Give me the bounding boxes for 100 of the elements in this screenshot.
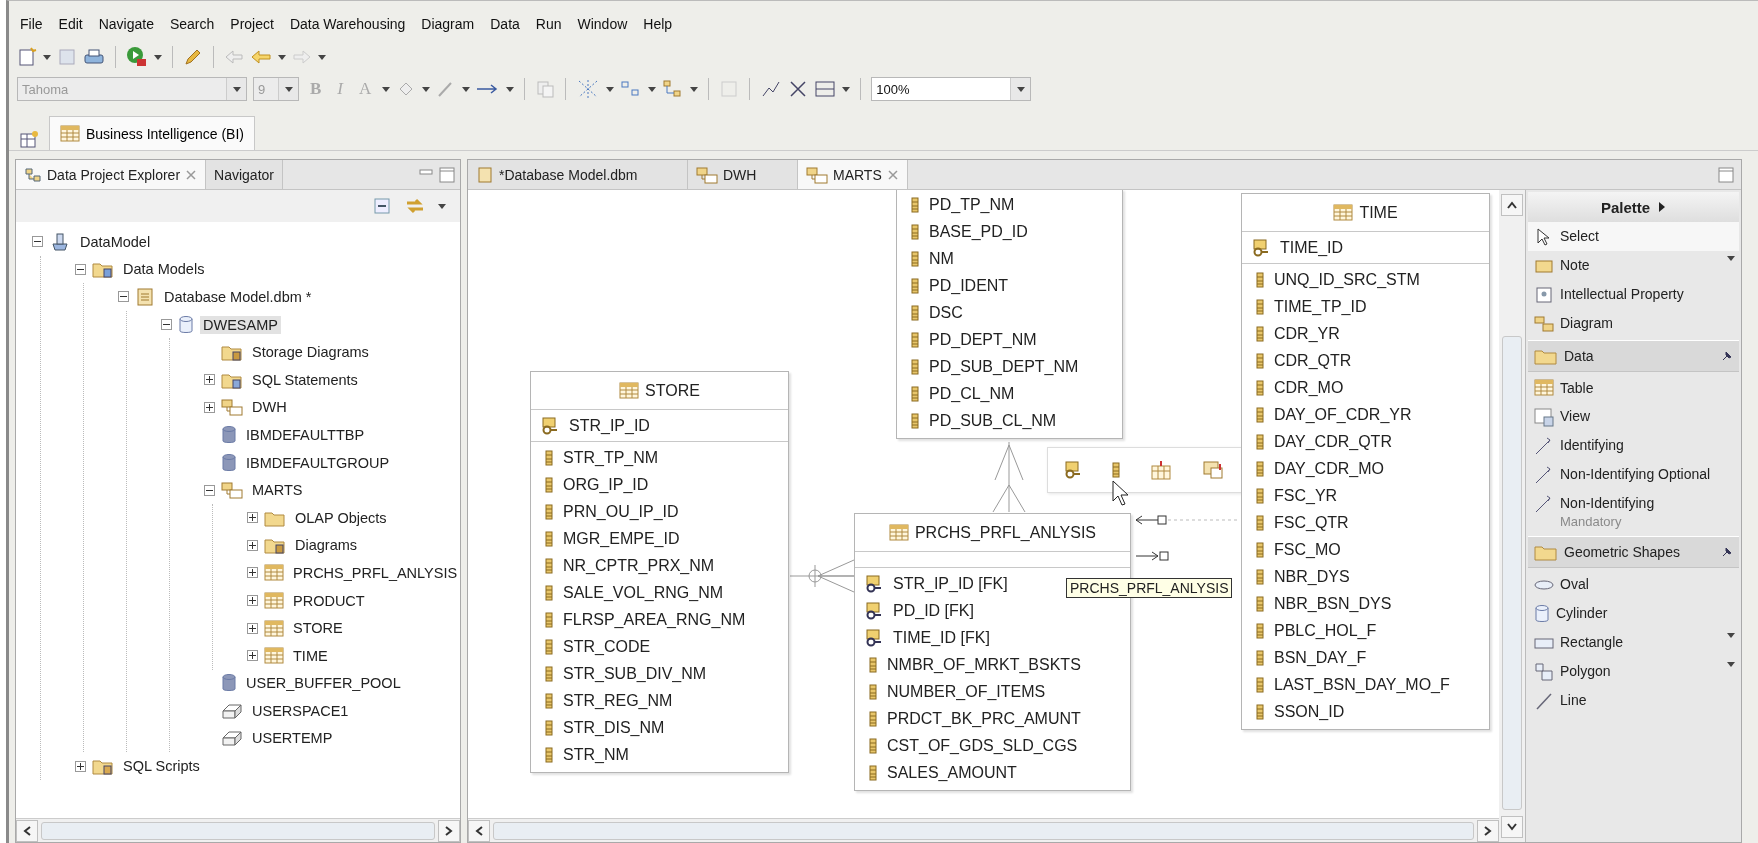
tree-item[interactable]: SQL Statements [249,370,361,389]
palette-tool[interactable]: Intellectual Property [1528,280,1739,309]
column-name: DSC [929,303,963,322]
collapse-all-icon[interactable] [372,196,392,216]
palette-tool[interactable]: Polygon [1528,657,1739,687]
horizontal-scrollbar[interactable] [16,818,460,842]
column-icon [869,710,877,727]
arrow-right-icon[interactable] [445,825,453,836]
expand-icon[interactable] [247,567,258,579]
arrow-right-icon[interactable] [1484,825,1492,836]
palette-tool[interactable]: Table [1528,374,1739,402]
close-icon[interactable] [788,79,809,99]
tree-item[interactable]: DataModel [77,232,154,251]
palette-tool[interactable]: Diagram [1528,309,1739,338]
tree-item[interactable]: USER_BUFFER_POOL [243,674,404,693]
collapse-icon[interactable] [32,236,43,248]
menu-item[interactable]: Help [636,14,680,34]
column-icon [1256,514,1264,531]
add-table-icon[interactable] [1150,460,1172,480]
caret-icon [648,86,657,92]
menu-item[interactable]: Data [483,14,527,34]
tree-item[interactable]: IBMDEFAULTTBP [243,425,368,444]
pencil-icon[interactable] [183,47,203,67]
expand-icon[interactable] [204,401,215,413]
collapse-icon[interactable] [161,319,172,331]
arrow-up-icon[interactable] [1507,201,1517,209]
palette-tool[interactable]: Oval [1528,570,1739,600]
tree-item[interactable]: USERTEMP [249,729,336,748]
expand-icon[interactable] [247,595,258,606]
column-name: CST_OF_GDS_SLD_CGS [887,736,1078,755]
palette-tool[interactable]: Line [1528,686,1739,716]
tree-item[interactable]: PRODUCT [290,591,368,610]
column-name: SSON_ID [1274,702,1345,721]
folder-icon [264,536,286,555]
collapse-icon[interactable] [118,291,129,303]
vertical-scrollbar[interactable] [1499,190,1525,842]
palette-drawer[interactable]: Data [1528,340,1739,372]
menu-item[interactable]: Project [223,14,281,34]
menu-item[interactable]: Edit [51,14,90,34]
expand-icon[interactable] [247,650,258,662]
print-icon[interactable] [83,47,105,67]
palette-tool[interactable]: View [1528,401,1739,431]
editor-tab[interactable]: MARTS [798,160,908,189]
palette-tool[interactable]: Non-Identifying Mandatory [1528,488,1739,535]
handle-drawing [1135,515,1169,561]
document-icon [1534,285,1554,305]
palette-tool[interactable]: Identifying [1528,430,1739,460]
tree-item[interactable]: DWESAMP [200,315,281,334]
arrow-left-icon[interactable] [23,825,31,836]
menu-item[interactable]: Data Warehousing [282,14,413,34]
collapse-icon[interactable] [204,484,215,496]
expand-icon[interactable] [75,760,86,772]
menu-item[interactable]: Run [528,14,569,34]
zoom-field[interactable]: 100% [871,77,1032,101]
pin-icon[interactable] [1721,350,1733,362]
tree-item[interactable]: OLAP Objects [292,508,390,527]
palette-tool[interactable]: Non-Identifying Optional [1528,459,1739,489]
menu-item[interactable]: Search [162,14,222,34]
arrow-left-icon[interactable] [475,825,483,836]
expand-icon[interactable] [247,512,258,524]
horizontal-scrollbar[interactable] [468,818,1499,842]
menu-item[interactable]: File [13,14,50,34]
new-icon[interactable] [17,47,37,67]
open-perspective-icon[interactable] [19,130,39,150]
arrow-down-icon[interactable] [1507,823,1517,831]
perspective-tab[interactable]: Business Intelligence (BI) [49,116,255,150]
tree-item[interactable]: Data Models [120,260,208,279]
tree-item[interactable]: Database Model.dbm * [161,288,315,306]
column-name: BASE_PD_ID [929,222,1028,241]
expand-icon[interactable] [247,622,258,634]
tree-item[interactable]: USERSPACE1 [249,701,352,720]
add-view-icon[interactable] [1202,460,1224,480]
expand-icon[interactable] [204,374,215,386]
tree-item[interactable]: SQL Scripts [120,757,203,776]
tree-item[interactable]: TIME [290,646,331,665]
palette-tool[interactable]: Cylinder [1528,599,1739,629]
palette-tool[interactable]: Rectangle [1528,628,1739,658]
tree-item[interactable]: Storage Diagrams [249,343,372,362]
pin-icon[interactable] [1721,546,1733,559]
column-name: SALES_AMOUNT [887,763,1017,782]
view-tab[interactable]: Data Project Explorer [16,160,207,189]
tree-item[interactable]: Diagrams [292,536,361,555]
palette-tool[interactable]: Note [1528,251,1739,280]
schema-icon [806,164,828,185]
menu-item[interactable]: Window [570,14,635,34]
tree-item[interactable]: STORE [290,619,346,638]
tree-item[interactable]: MARTS [249,481,306,500]
menu-item[interactable]: Navigate [91,14,161,34]
tree-item[interactable]: PRCHS_PRFL_ANLYSIS [290,563,460,582]
run-icon[interactable] [126,46,148,68]
column-icon [545,503,553,520]
collapse-palette-icon[interactable] [1658,202,1667,212]
column-icon [545,449,553,466]
tree-item[interactable]: IBMDEFAULTGROUP [243,453,393,472]
collapse-icon[interactable] [75,263,86,275]
menu-item[interactable]: Diagram [414,14,482,34]
expand-icon[interactable] [247,539,258,551]
palette-tool[interactable]: Select [1528,222,1739,251]
palette-drawer[interactable]: Geometric Shapes [1528,536,1739,569]
tree-item[interactable]: DWH [249,398,290,417]
